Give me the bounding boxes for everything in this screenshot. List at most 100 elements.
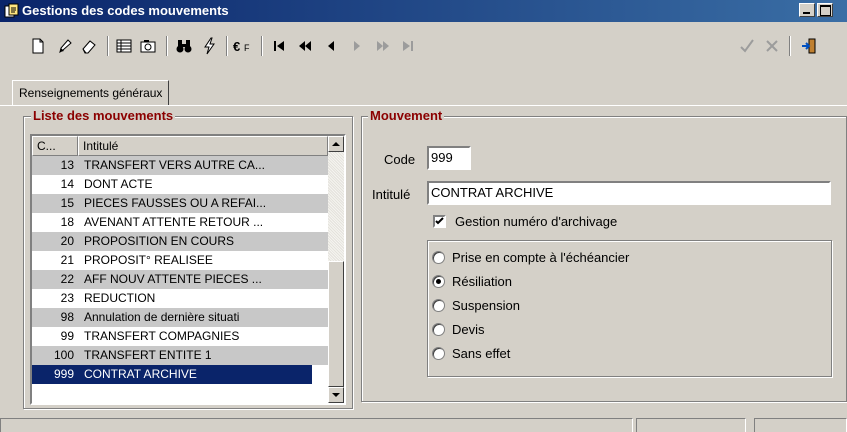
scroll-thumb[interactable] xyxy=(328,261,344,387)
list-row[interactable]: 23 REDUCTION xyxy=(32,289,312,308)
list-row[interactable]: 18 AVENANT ATTENTE RETOUR ... xyxy=(32,213,312,232)
app-icon xyxy=(4,3,20,19)
row-label: AVENANT ATTENTE RETOUR ... xyxy=(84,215,264,229)
row-label: CONTRAT ARCHIVE xyxy=(84,367,197,381)
last-icon[interactable] xyxy=(397,35,419,57)
radio-option[interactable]: Sans effet xyxy=(432,346,812,364)
row-filler xyxy=(312,308,328,327)
checkmark-icon xyxy=(435,217,444,225)
list-row[interactable]: 99 TRANSFERT COMPAGNIES xyxy=(32,327,312,346)
pencil-icon[interactable] xyxy=(54,35,76,57)
toolbar-separator xyxy=(107,36,109,56)
list-row[interactable]: 21 PROPOSIT° REALISEE xyxy=(32,251,312,270)
minimize-button[interactable] xyxy=(799,3,815,17)
camera-icon[interactable] xyxy=(137,35,159,57)
list-row[interactable]: 100 TRANSFERT ENTITE 1 xyxy=(32,346,312,365)
fastforward-icon[interactable] xyxy=(372,35,394,57)
row-filler xyxy=(312,346,328,365)
row-label: TRANSFERT COMPAGNIES xyxy=(84,329,240,343)
binoculars-icon[interactable] xyxy=(173,35,195,57)
radio-button[interactable] xyxy=(432,299,445,312)
movements-listbox[interactable]: C... Intitulé 13 TRANSFERT VERS AUTRE CA.… xyxy=(30,134,346,405)
svg-text:F: F xyxy=(244,43,250,53)
row-filler xyxy=(312,270,328,289)
row-code: 99 xyxy=(60,329,74,343)
list-row[interactable]: 13 TRANSFERT VERS AUTRE CA... xyxy=(32,156,312,175)
list-row[interactable]: 999 CONTRAT ARCHIVE xyxy=(32,365,312,384)
table-icon[interactable] xyxy=(113,35,135,57)
row-filler xyxy=(312,213,328,232)
row-code: 15 xyxy=(60,196,74,210)
row-code: 20 xyxy=(60,234,74,248)
row-label: DONT ACTE xyxy=(84,177,153,191)
title-bar: Gestions des codes mouvements xyxy=(0,0,847,22)
radio-option[interactable]: Prise en compte à l'échéancier xyxy=(432,250,812,268)
status-pane-3 xyxy=(754,418,847,432)
row-code: 18 xyxy=(60,215,74,229)
eraser-icon[interactable] xyxy=(78,35,100,57)
radio-option[interactable]: Devis xyxy=(432,322,812,340)
list-row[interactable]: 15 PIECES FAUSSES OU A REFAI... xyxy=(32,194,312,213)
code-label: Code xyxy=(384,152,416,167)
tab-renseignements-generaux[interactable]: Renseignements généraux xyxy=(12,80,170,106)
radio-label: Résiliation xyxy=(452,274,512,289)
list-row[interactable]: 20 PROPOSITION EN COURS xyxy=(32,232,312,251)
list-row[interactable]: 14 DONT ACTE xyxy=(32,175,312,194)
rewind-icon[interactable] xyxy=(294,35,316,57)
column-header-code[interactable]: C... xyxy=(32,136,78,156)
movement-type-radiogroup: Prise en compte à l'échéancier Résiliatio… xyxy=(427,240,832,377)
next-icon[interactable] xyxy=(346,35,368,57)
row-label: TRANSFERT VERS AUTRE CA... xyxy=(84,158,265,172)
scroll-up-button[interactable] xyxy=(328,136,344,152)
row-label: REDUCTION xyxy=(84,291,156,305)
check-icon[interactable] xyxy=(736,35,758,57)
tab-strip: Renseignements généraux xyxy=(0,72,847,106)
archive-checkbox[interactable] xyxy=(433,215,446,228)
maximize-button[interactable] xyxy=(817,3,833,17)
radio-button[interactable] xyxy=(432,347,445,360)
toolbar: € F xyxy=(0,24,847,70)
listbox-header: C... Intitulé xyxy=(32,136,328,156)
first-icon[interactable] xyxy=(268,35,290,57)
lightning-icon[interactable] xyxy=(198,35,220,57)
prev-icon[interactable] xyxy=(320,35,342,57)
archive-checkbox-label: Gestion numéro d'archivage xyxy=(455,214,618,229)
row-code: 21 xyxy=(60,253,74,267)
exit-door-icon[interactable] xyxy=(798,35,820,57)
row-label: PIECES FAUSSES OU A REFAI... xyxy=(84,196,267,210)
row-code: 13 xyxy=(60,158,74,172)
radio-button[interactable] xyxy=(432,275,445,288)
row-filler xyxy=(312,175,328,194)
row-code: 100 xyxy=(53,348,74,362)
toolbar-separator xyxy=(789,36,791,56)
list-group-title: Liste des mouvements xyxy=(31,108,176,123)
intitule-field[interactable]: CONTRAT ARCHIVE xyxy=(427,181,831,205)
row-filler xyxy=(312,327,328,346)
row-label: AFF NOUV ATTENTE PIECES ... xyxy=(84,272,262,286)
list-row[interactable]: 22 AFF NOUV ATTENTE PIECES ... xyxy=(32,270,312,289)
list-row[interactable]: 98 Annulation de dernière situati xyxy=(32,308,312,327)
row-code: 22 xyxy=(60,272,74,286)
row-filler xyxy=(312,289,328,308)
radio-option[interactable]: Résiliation xyxy=(432,274,812,292)
radio-option[interactable]: Suspension xyxy=(432,298,812,316)
window-title: Gestions des codes mouvements xyxy=(22,3,229,18)
scroll-down-button[interactable] xyxy=(328,387,344,403)
radio-label: Sans effet xyxy=(452,346,511,361)
row-code: 23 xyxy=(60,291,74,305)
cross-icon[interactable] xyxy=(761,35,783,57)
vertical-scrollbar[interactable] xyxy=(328,136,344,403)
toolbar-separator xyxy=(261,36,263,56)
column-header-intitule[interactable]: Intitulé xyxy=(78,136,328,156)
code-field[interactable]: 999 xyxy=(427,146,471,170)
row-filler xyxy=(312,156,328,175)
radio-label: Devis xyxy=(452,322,485,337)
toolbar-separator xyxy=(166,36,168,56)
row-label: Annulation de dernière situati xyxy=(84,310,240,324)
radio-button[interactable] xyxy=(432,251,445,264)
new-document-icon[interactable] xyxy=(27,35,49,57)
tab-panel-border xyxy=(0,105,847,106)
euro-franc-icon[interactable]: € F xyxy=(230,35,256,57)
radio-button[interactable] xyxy=(432,323,445,336)
row-label: TRANSFERT ENTITE 1 xyxy=(84,348,212,362)
